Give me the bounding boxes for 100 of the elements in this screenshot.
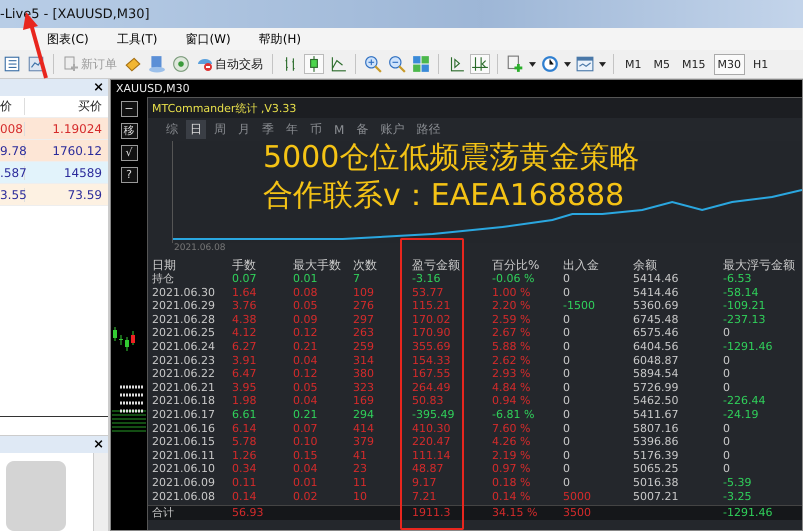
table-cell-text: 0.11 xyxy=(232,476,258,490)
tile-windows-icon[interactable] xyxy=(411,54,431,74)
table-cell-text: 50.83 xyxy=(412,394,444,408)
table-cell-text: 5007.21 xyxy=(633,490,680,504)
promo-text: 合作联系v：EAEA168888 xyxy=(263,177,626,215)
table-cell-text: 0.97 % xyxy=(492,462,532,476)
table-cell-text: 2021.06.08 xyxy=(152,490,216,504)
table-cell-text: 6745.48 xyxy=(633,312,680,326)
tab[interactable]: 账户 xyxy=(376,120,408,139)
table-cell-text: 0.12 xyxy=(293,326,318,340)
table-cell-text: 2.20 % xyxy=(492,299,532,313)
menu-item[interactable]: 帮助(H) xyxy=(258,30,302,48)
panel-button[interactable]: ? xyxy=(120,167,138,183)
table-cell-text: 259 xyxy=(353,340,375,354)
table-cell-text: 5414.46 xyxy=(633,286,680,300)
document-plus-icon xyxy=(63,56,79,72)
table-cell-text: 2021.06.28 xyxy=(152,312,216,326)
tab[interactable]: 综 xyxy=(162,120,182,139)
table-cell-text: 0.10 xyxy=(293,435,318,449)
menu-item[interactable]: 图表(C) xyxy=(47,30,89,48)
candlestick-icon[interactable] xyxy=(304,54,324,74)
tab[interactable]: 日 xyxy=(186,120,206,139)
table-cell-text: 297 xyxy=(353,312,375,326)
table-cell-text: 355.69 xyxy=(412,340,452,354)
table-cell-text: 0.01 xyxy=(293,476,318,490)
close-icon[interactable]: × xyxy=(93,81,104,94)
panel-title: MTCommander统计 ,V3.33 xyxy=(148,98,802,118)
table-cell-text: 0.94 % xyxy=(492,394,532,408)
table-cell-text: 5065.25 xyxy=(633,462,680,476)
tab[interactable]: 路径 xyxy=(412,120,444,139)
column-header: 买价 xyxy=(77,98,103,115)
timeframe-button[interactable]: M30 xyxy=(714,54,745,74)
column-header: 余额 xyxy=(633,258,658,272)
table-cell-text: 1.98 xyxy=(232,394,258,408)
close-icon[interactable]: × xyxy=(93,438,104,451)
table-cell-text: 0.05 xyxy=(293,380,318,394)
tab[interactable]: 备 xyxy=(352,120,372,139)
table-cell-text: 5462.50 xyxy=(633,394,680,408)
table-cell-text: 5176.39 xyxy=(633,448,680,462)
table-cell-text: 0 xyxy=(563,476,571,490)
table-cell-text: 6.47 xyxy=(232,367,258,381)
table-cell-text: 2021.06.24 xyxy=(152,340,216,354)
caret-icon[interactable] xyxy=(599,62,606,66)
panel-button[interactable]: √ xyxy=(120,145,138,161)
blurred-list xyxy=(6,461,66,531)
timeframe-button[interactable]: M15 xyxy=(678,54,710,74)
timeframe-button[interactable]: M1 xyxy=(621,54,646,74)
tab[interactable]: 币 xyxy=(306,120,326,139)
table-cell-text: 2021.06.18 xyxy=(152,394,216,408)
tab[interactable]: 周 xyxy=(210,120,230,139)
clock-icon[interactable] xyxy=(540,54,560,74)
table-cell-text: -3.16 xyxy=(412,272,442,286)
table-cell-text: 0 xyxy=(563,394,571,408)
table-cell-text: 0 xyxy=(723,326,731,340)
menu-item[interactable]: 工具(T) xyxy=(116,30,158,48)
tab[interactable]: 季 xyxy=(258,120,278,139)
column-header: 最大浮亏金额 xyxy=(723,258,796,272)
tab[interactable]: 年 xyxy=(282,120,302,139)
table-cell-text: 0 xyxy=(723,354,731,368)
table-cell-text: -6.53 xyxy=(723,272,752,286)
autoscroll-icon[interactable] xyxy=(470,54,490,74)
auto-trade-button[interactable]: 自动交易 xyxy=(195,56,265,72)
column-header: 次数 xyxy=(353,258,378,272)
scrollbar[interactable] xyxy=(93,453,108,531)
table-cell-text: 115.21 xyxy=(412,299,452,313)
table-cell-text: 2021.06.21 xyxy=(152,380,216,394)
table-cell-text: 263 xyxy=(353,326,375,340)
caret-icon[interactable] xyxy=(564,62,571,66)
table-cell-text: 7.21 xyxy=(412,490,438,504)
table-cell-text: 48.87 xyxy=(412,462,444,476)
timeframe-button[interactable]: M5 xyxy=(650,54,674,74)
table-cell-text: 2021.06.11 xyxy=(152,448,216,462)
table-cell-text: 6.27 xyxy=(232,340,258,354)
panel-button[interactable]: − xyxy=(120,101,138,117)
add-indicator-icon[interactable] xyxy=(505,54,525,74)
table-cell-text: 56.93 xyxy=(232,506,264,520)
table-cell-text: 109 xyxy=(353,286,375,300)
list-icon[interactable] xyxy=(2,54,22,74)
table-cell-text: 0.12 xyxy=(293,367,318,381)
table-cell-text: 0 xyxy=(723,367,731,381)
signal-icon[interactable] xyxy=(171,54,191,74)
caret-icon[interactable] xyxy=(529,62,536,66)
menu-item[interactable]: 窗口(W) xyxy=(185,30,231,48)
template-icon[interactable] xyxy=(575,54,595,74)
tab[interactable]: 月 xyxy=(234,120,254,139)
table-cell-text: -0.06 % xyxy=(492,272,536,286)
bid-price: 9.78 xyxy=(0,144,25,158)
table-cell-text: 314 xyxy=(353,354,375,368)
column-header: 最大手数 xyxy=(293,258,342,272)
zoom-out-icon[interactable] xyxy=(387,54,407,74)
table-cell-text: 7.60 % xyxy=(492,422,532,436)
table-cell-text: -3.25 xyxy=(723,490,752,504)
table-cell-text: 23 xyxy=(353,462,368,476)
ask-price: 73.59 xyxy=(66,188,103,202)
table-cell-text: 0 xyxy=(563,408,571,422)
table-cell-text: 0 xyxy=(563,312,571,326)
panel-button[interactable]: 移 xyxy=(120,123,138,139)
zoom-in-icon[interactable] xyxy=(363,54,383,74)
timeframe-button[interactable]: H1 xyxy=(749,54,772,74)
tab[interactable]: M xyxy=(330,122,348,138)
